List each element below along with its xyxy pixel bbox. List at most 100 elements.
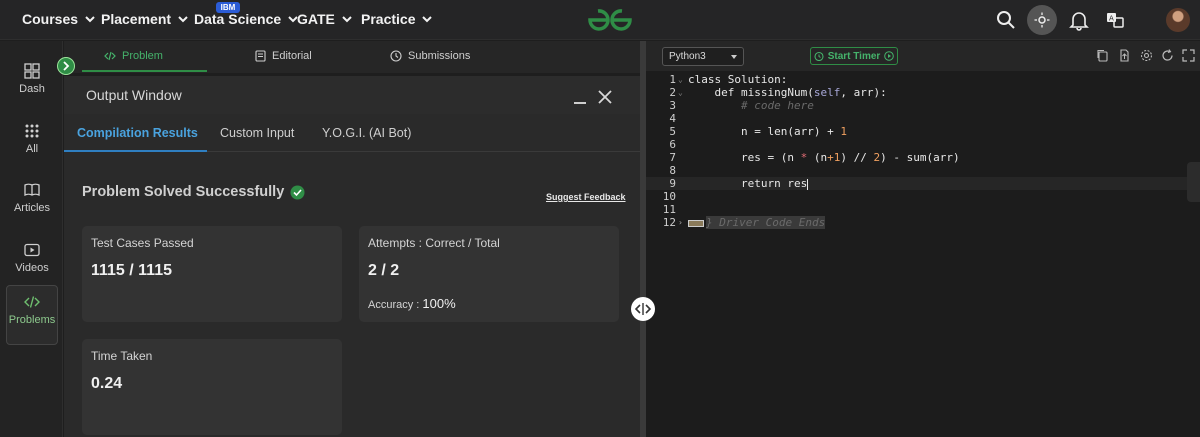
theme-toggle-button[interactable] <box>1027 5 1057 35</box>
sidebar-item-label: Problems <box>8 314 56 326</box>
fold-chevron-icon[interactable]: ⌄ <box>678 86 683 99</box>
bell-icon[interactable] <box>1068 9 1090 31</box>
suggest-feedback-link[interactable]: Suggest Feedback <box>546 192 626 202</box>
side-panel-toggle[interactable] <box>1187 162 1200 202</box>
nav-courses-label: Courses <box>22 11 79 27</box>
tab-yogi-ai-bot[interactable]: Y.O.G.I. (AI Bot) <box>322 126 411 140</box>
code-text: res = (n * (n+1) // 2) - sum(arr) <box>688 151 960 164</box>
nav-courses[interactable]: Courses <box>22 11 96 27</box>
code-icon <box>104 51 116 61</box>
accuracy: Accuracy : 100% <box>368 296 456 311</box>
attempts-card: Attempts : Correct / Total 2 / 2 Accurac… <box>359 226 619 322</box>
code-line: 11 <box>646 203 1200 216</box>
time-taken-value: 0.24 <box>91 375 123 392</box>
accuracy-label: Accuracy : <box>368 299 420 311</box>
nav-practice[interactable]: Practice <box>361 11 433 27</box>
upload-file-icon[interactable] <box>1118 49 1131 62</box>
status-message: Problem Solved Successfully <box>82 184 305 200</box>
accuracy-value: 100% <box>422 296 456 311</box>
tab-editorial-label: Editorial <box>272 50 312 62</box>
tab-problem[interactable]: Problem <box>104 50 163 62</box>
code-area[interactable]: 1 ⌄ class Solution: 2 ⌄ def missingNum(self… <box>646 73 1200 229</box>
language-select[interactable]: Python3 <box>662 47 744 66</box>
sidebar-item-dash[interactable]: Dash <box>6 55 58 111</box>
reset-icon[interactable] <box>1161 49 1174 62</box>
sidebar-item-label: All <box>25 143 39 155</box>
chevron-down-icon <box>85 16 95 23</box>
code-line: 2 ⌄ def missingNum(self, arr): <box>646 86 1200 99</box>
output-tabs: Compilation Results Custom Input Y.O.G.I… <box>64 114 640 152</box>
test-cases-value: 1115 / 1115 <box>91 262 172 279</box>
code-line: 7 res = (n * (n+1) // 2) - sum(arr) <box>646 151 1200 164</box>
language-value: Python3 <box>669 51 706 62</box>
chevron-down-icon <box>342 16 352 23</box>
tab-custom-input[interactable]: Custom Input <box>220 126 294 140</box>
gfg-logo-icon[interactable] <box>586 6 634 34</box>
code-text: n = len(arr) + 1 <box>688 125 847 138</box>
start-timer-button[interactable]: Start Timer <box>810 47 898 65</box>
code-icon <box>24 296 40 308</box>
line-number: 9 <box>669 177 676 190</box>
code-line: 1 ⌄ class Solution: <box>646 73 1200 86</box>
sidebar-item-videos[interactable]: Videos <box>6 234 58 290</box>
svg-text:A: A <box>1109 15 1114 23</box>
resize-handle[interactable] <box>631 297 655 321</box>
line-number: 6 <box>669 138 676 151</box>
fold-chevron-icon[interactable]: ⌄ <box>678 73 683 86</box>
copy-icon[interactable] <box>1096 49 1109 62</box>
code-line: 6 <box>646 138 1200 151</box>
code-comment: # code here <box>688 99 814 112</box>
book-icon <box>24 183 40 197</box>
stopwatch-icon <box>814 51 824 61</box>
sidebar-item-articles[interactable]: Articles <box>6 174 58 230</box>
nav-data-science[interactable]: Data Science <box>194 11 299 27</box>
line-number: 1 <box>669 73 676 86</box>
folded-region[interactable]: } Driver Code Ends <box>688 216 826 229</box>
search-icon[interactable] <box>995 9 1017 31</box>
tab-submissions[interactable]: Submissions <box>390 50 470 62</box>
nav-gate[interactable]: GATE <box>297 11 353 27</box>
clock-icon <box>390 50 402 62</box>
nav-placement[interactable]: Placement <box>101 11 189 27</box>
code-line-current: 9 return res <box>646 177 1200 190</box>
nav-placement-label: Placement <box>101 11 172 27</box>
tab-compilation-results[interactable]: Compilation Results <box>77 126 198 140</box>
active-tab-indicator <box>82 70 207 72</box>
play-icon <box>24 243 40 257</box>
time-taken-label: Time Taken <box>91 349 153 363</box>
sidebar-item-label: Dash <box>19 83 45 95</box>
chevron-down-icon <box>422 16 433 23</box>
fullscreen-icon[interactable] <box>1182 49 1195 62</box>
line-number: 11 <box>662 203 676 216</box>
fold-chevron-icon[interactable]: › <box>678 216 683 229</box>
sidebar-item-problems[interactable]: Problems <box>6 285 58 345</box>
sun-icon <box>1034 12 1050 28</box>
check-circle-icon <box>290 185 305 199</box>
code-text: return res <box>688 177 809 190</box>
code-line: 3 # code here <box>646 99 1200 112</box>
minimize-icon[interactable] <box>574 102 586 104</box>
sidebar-item-all[interactable]: All <box>6 115 58 171</box>
chevron-down-icon <box>178 16 188 23</box>
code-line: 5 n = len(arr) + 1 <box>646 125 1200 138</box>
code-line: 8 <box>646 164 1200 177</box>
close-icon[interactable] <box>598 90 612 104</box>
collapse-sidebar-button[interactable] <box>57 57 75 75</box>
text-cursor <box>807 178 809 190</box>
tab-problem-label: Problem <box>122 50 163 62</box>
avatar[interactable] <box>1166 8 1190 32</box>
translate-icon[interactable]: A <box>1104 9 1126 31</box>
code-line: 12 ›} Driver Code Ends <box>646 216 1200 229</box>
sidebar-item-label: Videos <box>15 262 49 274</box>
problem-tabs: Problem Editorial Submissions <box>64 41 644 73</box>
settings-icon[interactable] <box>1140 49 1153 62</box>
attempts-value: 2 / 2 <box>368 262 400 279</box>
tab-editorial[interactable]: Editorial <box>255 50 312 62</box>
left-sidebar: Dash All Articles Videos Problems <box>0 41 63 437</box>
active-output-tab-indicator <box>64 150 207 152</box>
start-timer-label: Start Timer <box>827 50 881 62</box>
fold-placeholder-icon <box>688 219 704 227</box>
code-text: def missingNum(self, arr): <box>688 86 887 99</box>
grid-icon <box>24 63 40 79</box>
nav-data-science-label: Data Science <box>194 11 282 27</box>
